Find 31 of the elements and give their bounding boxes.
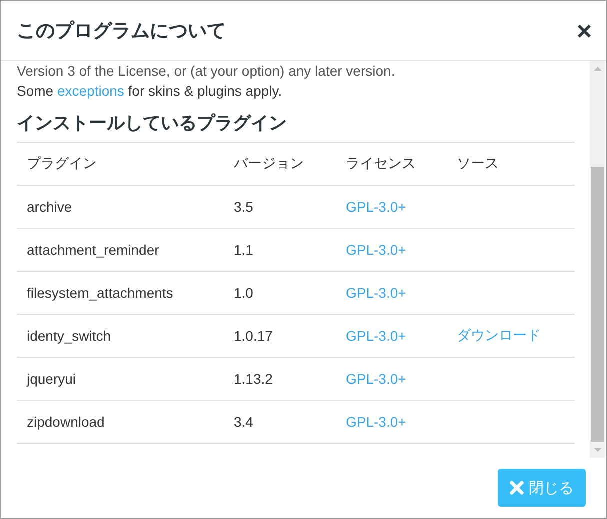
license-link[interactable]: GPL-3.0+ (336, 285, 447, 301)
section-heading: インストールしているプラグイン (17, 112, 288, 135)
close-button[interactable]: 閉じる (498, 469, 586, 507)
plugin-version: 1.1 (233, 242, 254, 258)
close-icon (510, 481, 524, 495)
plugin-version: 1.13.2 (233, 371, 274, 387)
column-header: ライセンス (345, 155, 417, 173)
column-header: プラグイン (26, 155, 98, 173)
plugin-name: archive (26, 199, 74, 215)
plugin-name: jqueryui (26, 371, 78, 387)
license-link[interactable]: GPL-3.0+ (336, 328, 447, 344)
plugin-version: 3.4 (233, 414, 254, 430)
license-text: Some exceptions for skins & plugins apply. (17, 82, 284, 101)
download-link[interactable]: ダウンロード (447, 327, 575, 345)
scrollbar[interactable] (590, 61, 605, 458)
license-text: Version 3 of the License, or (at your option) any later version. (17, 62, 396, 81)
license-link[interactable]: GPL-3.0+ (336, 242, 447, 258)
plugin-name: filesystem_attachments (26, 285, 174, 301)
plugin-version: 3.5 (233, 199, 254, 215)
license-link[interactable]: GPL-3.0+ (336, 414, 447, 430)
license-link[interactable]: GPL-3.0+ (336, 371, 447, 387)
dialog-title: このプログラムについて (17, 20, 226, 44)
plugin-name: identy_switch (26, 328, 112, 344)
plugin-version: 1.0.17 (233, 328, 274, 344)
plugin-name: zipdownload (26, 414, 106, 430)
column-header: バージョン (233, 155, 305, 173)
plugin-name: attachment_reminder (26, 242, 160, 258)
license-link[interactable]: GPL-3.0+ (336, 199, 447, 215)
plugin-version: 1.0 (233, 285, 254, 301)
column-header: ソース (456, 155, 500, 173)
exceptions-link[interactable]: exceptions (57, 83, 124, 99)
